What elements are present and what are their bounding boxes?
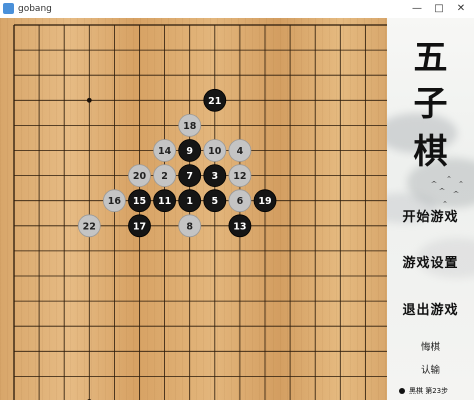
turn-status: 黑棋 第23步	[399, 386, 448, 396]
board-grid[interactable]: 12 345 6789 10111213141516171819202122	[0, 18, 387, 400]
stone-number-label: 15	[133, 196, 146, 207]
stone-number-label: 5	[211, 196, 218, 207]
app-icon	[3, 3, 14, 14]
window-title: gobang	[18, 4, 52, 14]
stone-number-label: 10	[208, 146, 222, 157]
stone-number-label: 9	[186, 146, 193, 157]
minimize-icon[interactable]: —	[406, 0, 428, 18]
maximize-icon[interactable]: □	[428, 0, 450, 18]
sidebar-panel: 五 子 棋 开始游戏 游戏设置 退出游戏 悔棋 认输 黑棋 第23步	[387, 18, 474, 400]
status-text: 黑棋 第23步	[409, 387, 449, 395]
stone-number-label: 20	[133, 171, 147, 182]
stone-number-label: 4	[237, 146, 244, 157]
stone-number-label: 22	[83, 221, 96, 232]
exit-game-button[interactable]: 退出游戏	[387, 299, 474, 318]
title-char-1: 五	[413, 38, 448, 78]
stone-number-label: 7	[186, 171, 193, 182]
stone-number-label: 21	[208, 96, 221, 107]
stone-number-label: 18	[183, 121, 197, 132]
resign-button[interactable]: 认输	[387, 362, 474, 376]
stone-number-label: 19	[258, 196, 271, 207]
stone-number-label: 13	[233, 221, 246, 232]
close-icon[interactable]: ✕	[450, 0, 472, 18]
stone-number-label: 2	[161, 171, 168, 182]
stone-number-label: 17	[133, 221, 146, 232]
stone-number-label: 3	[211, 171, 218, 182]
undo-button[interactable]: 悔棋	[387, 339, 474, 353]
stone-number-label: 12	[233, 171, 246, 182]
window-titlebar: gobang — □ ✕	[0, 0, 474, 19]
stone-number-label: 1	[186, 196, 193, 207]
stone-number-label: 6	[237, 196, 244, 207]
window-controls: — □ ✕	[406, 0, 472, 18]
stone-number-label: 11	[158, 196, 171, 207]
game-board[interactable]: 1 2 3 4 5 6 7 8 9 10 11 12 13 14 15 16 17 18 19 20 21 22	[0, 18, 387, 400]
title-char-2: 子	[413, 84, 448, 124]
current-player-icon	[399, 388, 405, 394]
start-game-button[interactable]: 开始游戏	[387, 206, 474, 225]
star-point	[86, 97, 92, 103]
stone-number-label: 8	[186, 221, 193, 232]
game-settings-button[interactable]: 游戏设置	[387, 252, 474, 271]
title-char-3: 棋	[413, 132, 448, 172]
stone-number-label: 14	[158, 146, 172, 157]
stone-number-label: 16	[108, 196, 122, 207]
